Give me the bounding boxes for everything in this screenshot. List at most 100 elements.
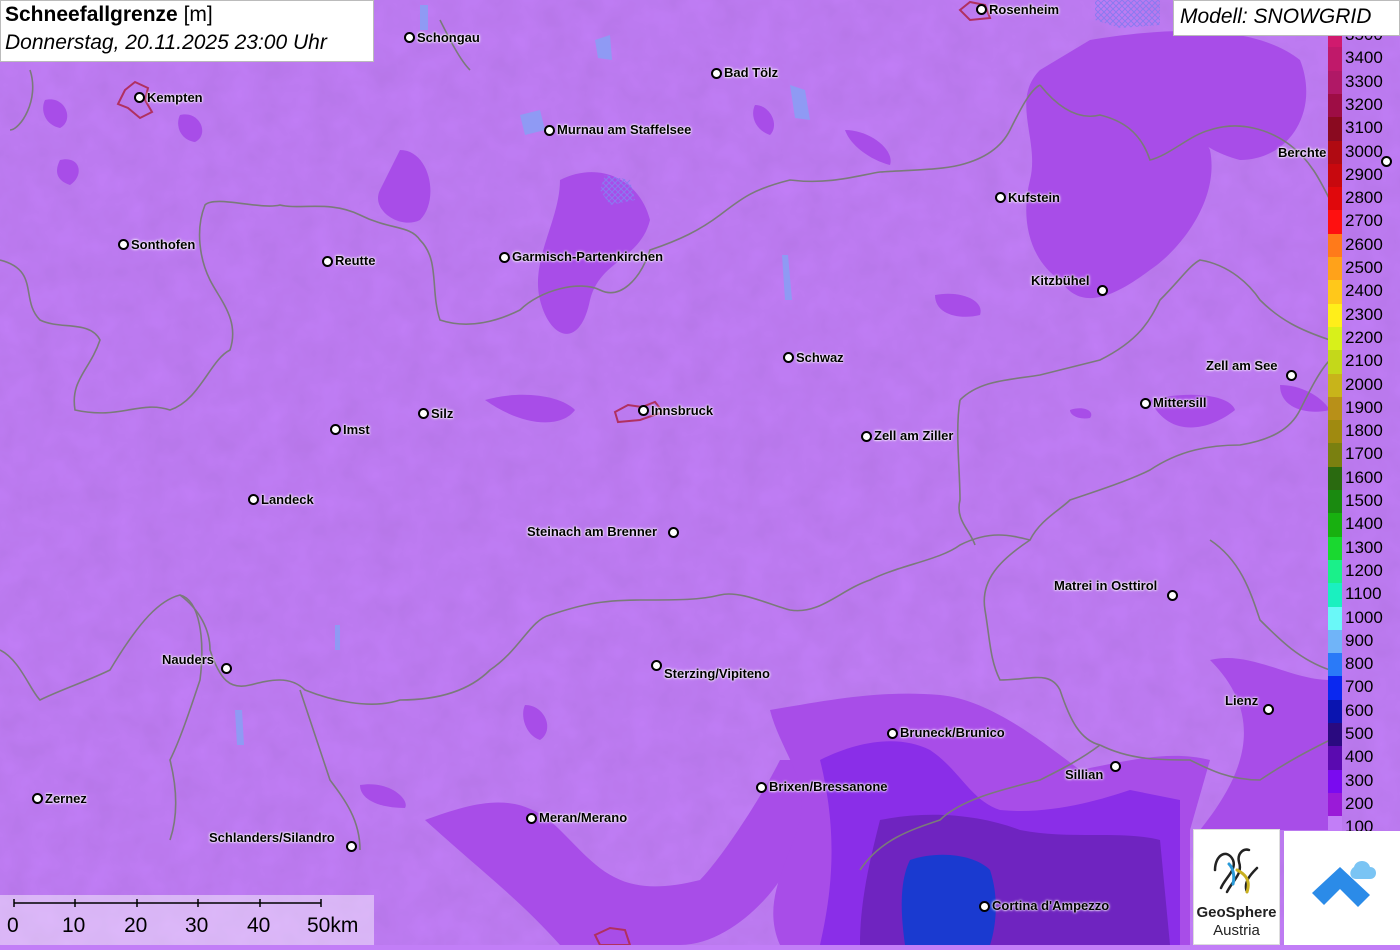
city-dot[interactable] [1263,704,1274,715]
city-label-brixen[interactable]: Brixen/Bressanone [769,779,888,794]
legend-label: 500 [1345,724,1374,743]
city-dot[interactable] [638,405,649,416]
city-dot[interactable] [756,782,767,793]
city-dot[interactable] [783,352,794,363]
city-label-kufstein[interactable]: Kufstein [1008,190,1060,205]
city-label-cortina[interactable]: Cortina d'Ampezzo [992,898,1109,913]
city-label-meran[interactable]: Meran/Merano [539,810,627,825]
geosphere-logo-line2: Austria [1213,922,1260,939]
city-dot[interactable] [1097,285,1108,296]
scale-tick-0: 0 [7,914,19,937]
city-label-silz[interactable]: Silz [431,406,453,421]
city-label-mittersill[interactable]: Mittersill [1153,395,1206,410]
legend-label: 2400 [1345,281,1383,301]
legend-label: 3300 [1345,71,1383,91]
city-dot[interactable] [979,901,990,912]
city-label-berchtesgaden[interactable]: Berchte [1278,145,1326,160]
city-dot[interactable] [861,431,872,442]
legend-swatch [1328,163,1342,188]
legend-label: 3100 [1345,118,1383,138]
city-label-steinach[interactable]: Steinach am Brenner [527,524,657,539]
city-label-bad-toelz[interactable]: Bad Tölz [724,65,778,80]
city-label-sonthofen[interactable]: Sonthofen [131,237,195,252]
city-dot[interactable] [1140,398,1151,409]
legend-swatch [1328,792,1342,817]
legend-swatch [1328,653,1342,677]
city-dot[interactable] [134,92,145,103]
legend-swatch [1328,769,1342,794]
city-dot[interactable] [976,4,987,15]
city-label-landeck[interactable]: Landeck [261,492,314,507]
city-dot[interactable] [346,841,357,852]
legend-label: 200 [1345,793,1374,813]
city-dot[interactable] [118,239,129,250]
city-dot[interactable] [1110,761,1121,772]
city-dot[interactable] [404,32,415,43]
scale-tick-20: 20 [124,914,148,937]
geosphere-emblem-icon [1213,848,1259,894]
weather-app-logo[interactable] [1284,831,1400,945]
legend-swatch [1328,187,1342,211]
city-dot[interactable] [32,793,43,804]
city-label-innsbruck[interactable]: Innsbruck [651,403,713,418]
city-dot[interactable] [526,813,537,824]
city-dot[interactable] [651,660,662,671]
city-label-murnau[interactable]: Murnau am Staffelsee [557,122,691,137]
legend-swatch [1328,326,1342,351]
legend-swatch [1328,36,1342,48]
city-dot[interactable] [418,408,429,419]
city-dot[interactable] [544,125,555,136]
geosphere-logo[interactable]: GeoSphere Austria [1193,829,1280,945]
city-label-zell-am-see[interactable]: Zell am See [1206,358,1278,373]
city-label-lienz[interactable]: Lienz [1225,693,1258,708]
legend-swatch [1328,257,1342,281]
legend-swatch [1328,117,1342,141]
scale-tick-10: 10 [62,914,86,937]
city-label-zernez[interactable]: Zernez [45,791,87,806]
legend-swatch [1328,396,1342,421]
city-dot[interactable] [248,494,259,505]
city-label-sillian[interactable]: Sillian [1065,767,1103,782]
city-dot[interactable] [322,256,333,267]
city-label-kitzbuehel[interactable]: Kitzbühel [1031,273,1090,288]
city-label-bruneck[interactable]: Bruneck/Brunico [900,725,1005,740]
city-label-schongau[interactable]: Schongau [417,30,480,45]
legend-label: 3500 [1345,36,1383,45]
city-label-sterzing[interactable]: Sterzing/Vipiteno [664,666,770,681]
forecast-datetime: Donnerstag, 20.11.2025 23:00 Uhr [5,31,327,54]
city-dot[interactable] [221,663,232,674]
map-canvas[interactable] [0,0,1400,945]
legend-label: 2600 [1345,234,1383,254]
legend-swatch [1328,47,1342,72]
city-dot[interactable] [330,424,341,435]
city-dot[interactable] [887,728,898,739]
city-label-zell-am-ziller[interactable]: Zell am Ziller [874,428,953,443]
legend-swatch [1328,350,1342,374]
city-dot[interactable] [711,68,722,79]
city-label-schlanders[interactable]: Schlanders/Silandro [209,830,335,845]
model-label: Modell: SNOWGRID [1173,0,1400,36]
city-dot[interactable] [1286,370,1297,381]
city-label-kempten[interactable]: Kempten [147,90,203,105]
legend-label: 1300 [1345,537,1383,557]
city-dot[interactable] [668,527,679,538]
legend-label: 2200 [1345,327,1383,347]
legend-swatch [1328,420,1342,444]
legend-swatch [1328,559,1342,584]
city-label-reutte[interactable]: Reutte [335,253,375,268]
legend-label: 900 [1345,630,1374,650]
scale-tick-40: 40 [247,914,271,937]
legend-label: 1800 [1345,421,1383,441]
city-label-garmisch[interactable]: Garmisch-Partenkirchen [512,249,663,264]
city-label-matrei[interactable]: Matrei in Osttirol [1054,578,1157,593]
city-label-rosenheim[interactable]: Rosenheim [989,2,1059,17]
city-dot[interactable] [995,192,1006,203]
city-label-nauders[interactable]: Nauders [162,652,214,667]
legend-swatch [1328,723,1342,747]
city-dot[interactable] [499,252,510,263]
city-dot[interactable] [1167,590,1178,601]
legend-swatch [1328,93,1342,118]
scale-tick-50km: 50km [307,914,359,937]
city-label-imst[interactable]: Imst [343,422,370,437]
city-label-schwaz[interactable]: Schwaz [796,350,844,365]
